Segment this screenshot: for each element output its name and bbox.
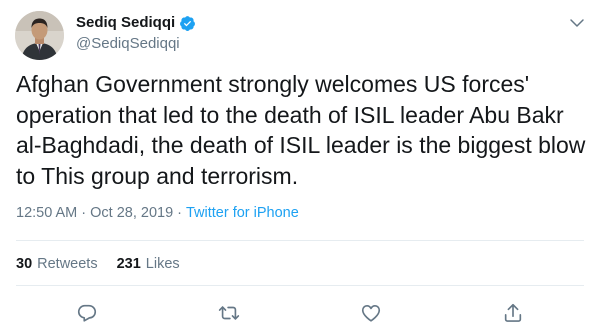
like-button[interactable] xyxy=(360,302,382,324)
retweets-count: 30 xyxy=(16,256,33,272)
avatar[interactable] xyxy=(15,11,64,60)
name-row: Sediq Sediqqi xyxy=(76,14,196,32)
avatar-image xyxy=(15,11,64,60)
retweets-stat[interactable]: 30 Retweets xyxy=(16,255,98,273)
tweet-meta: 12:50 AM · Oct 28, 2019 · Twitter for iP… xyxy=(16,204,299,222)
retweet-button[interactable] xyxy=(218,302,240,324)
divider xyxy=(16,285,584,286)
share-icon xyxy=(504,303,522,322)
share-button[interactable] xyxy=(502,302,524,324)
retweets-label: Retweets xyxy=(37,256,98,272)
meta-separator: · xyxy=(177,205,182,221)
divider xyxy=(16,240,584,241)
tweet-text: Afghan Government strongly welcomes US f… xyxy=(16,71,586,189)
meta-separator: · xyxy=(81,205,87,221)
reply-button[interactable] xyxy=(76,302,98,324)
heart-icon xyxy=(361,305,381,322)
reply-icon xyxy=(77,304,97,322)
tweet-stats: 30 Retweets 231 Likes xyxy=(16,255,199,273)
display-name[interactable]: Sediq Sediqqi xyxy=(76,14,175,32)
likes-stat[interactable]: 231 Likes xyxy=(117,255,180,273)
tweet-date[interactable]: Oct 28, 2019 xyxy=(90,204,173,222)
likes-label: Likes xyxy=(145,256,180,272)
verified-badge-icon xyxy=(180,15,196,31)
chevron-down-icon[interactable] xyxy=(568,14,586,32)
tweet-source-link[interactable]: Twitter for iPhone xyxy=(186,204,299,222)
tweet-time[interactable]: 12:50 AM xyxy=(16,204,77,222)
action-bar xyxy=(0,302,600,324)
user-handle[interactable]: @SediqSediqqi xyxy=(76,35,180,53)
likes-count: 231 xyxy=(116,256,141,272)
tweet-card: Sediq Sediqqi @SediqSediqqi Afghan Gover… xyxy=(0,0,600,336)
retweet-icon xyxy=(218,306,240,320)
